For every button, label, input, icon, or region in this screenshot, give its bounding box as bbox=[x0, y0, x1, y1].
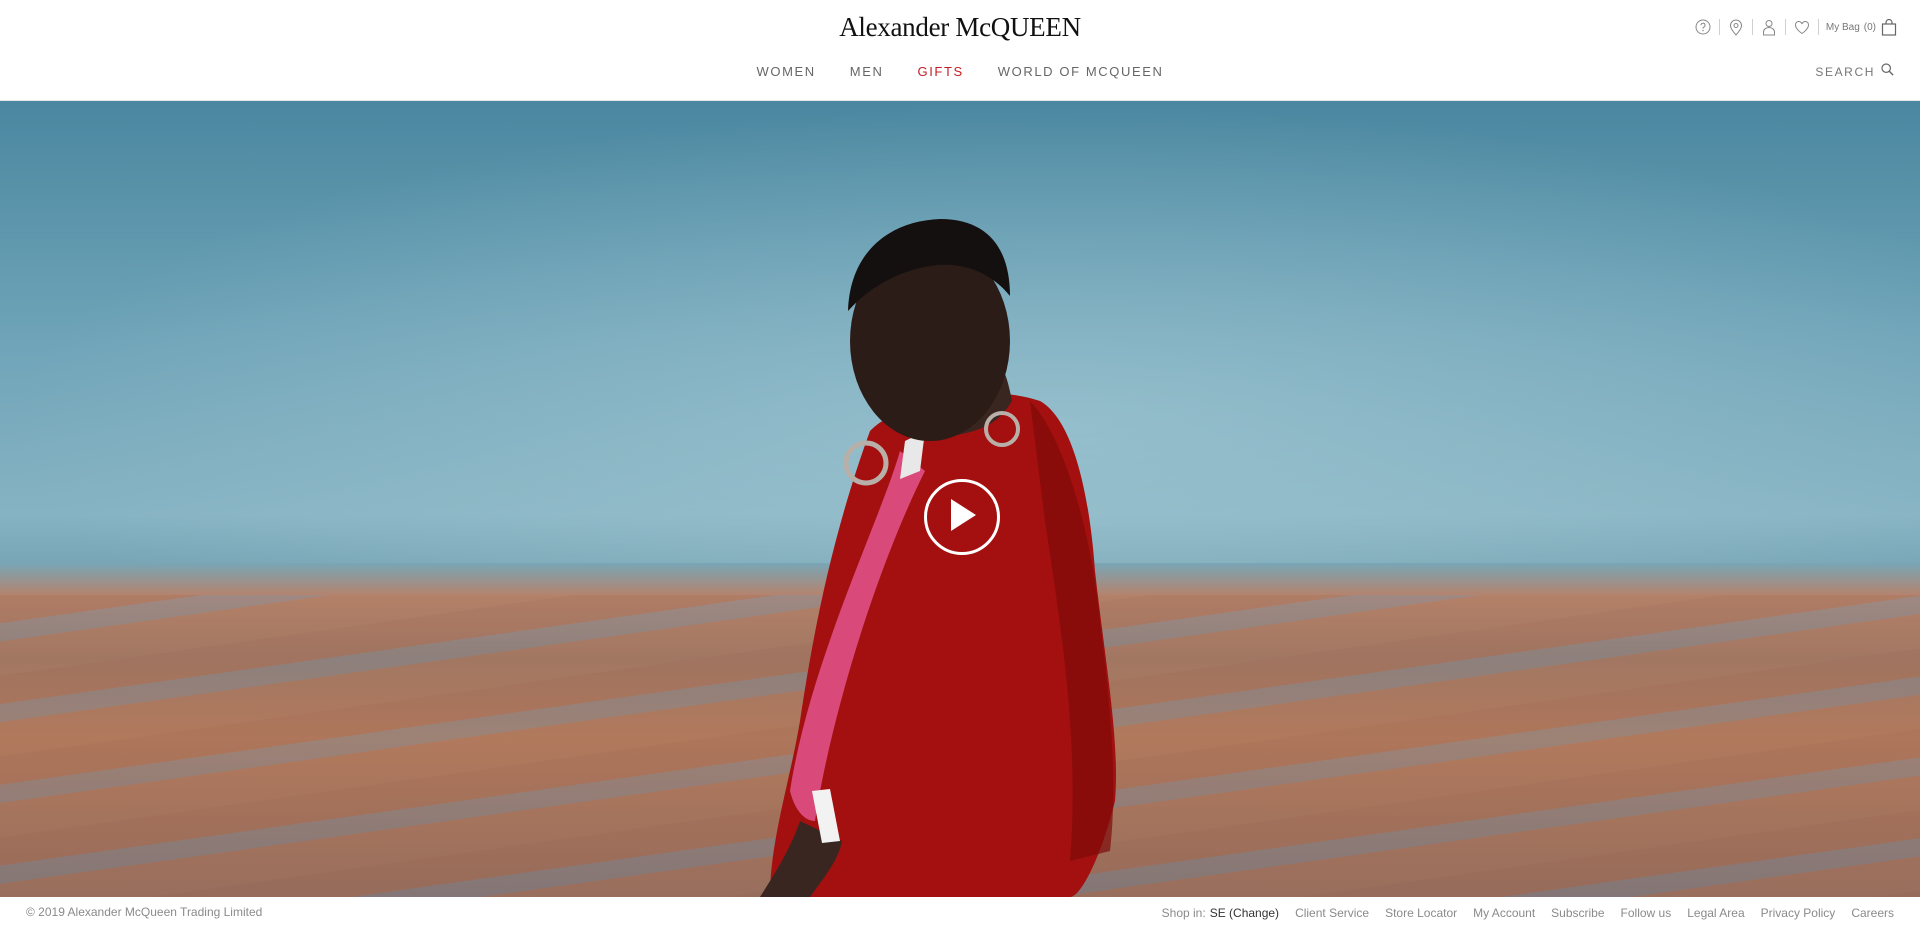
nav-item-world-of-mcqueen[interactable]: WORLD OF MCQUEEN bbox=[998, 64, 1164, 79]
footer-links: Shop in: SE (Change) Client Service Stor… bbox=[1162, 906, 1894, 920]
nav-item-gifts[interactable]: GIFTS bbox=[917, 64, 963, 79]
play-button[interactable] bbox=[924, 479, 1000, 555]
shop-in-selector: Shop in: SE (Change) bbox=[1162, 906, 1279, 920]
nav-item-men[interactable]: MEN bbox=[850, 64, 884, 79]
brand-logo[interactable]: Alexander McQUEEN bbox=[0, 12, 1920, 43]
wishlist-icon[interactable] bbox=[1793, 18, 1811, 36]
account-icon[interactable] bbox=[1760, 18, 1778, 36]
footer-link-client-service[interactable]: Client Service bbox=[1295, 906, 1369, 920]
help-icon[interactable] bbox=[1694, 18, 1712, 36]
bag-icon[interactable] bbox=[1880, 18, 1898, 36]
site-footer: © 2019 Alexander McQueen Trading Limited… bbox=[0, 897, 1920, 928]
footer-link-legal-area[interactable]: Legal Area bbox=[1687, 906, 1744, 920]
site-header: Alexander McQUEEN WOMEN MEN GIFTS WORLD … bbox=[0, 0, 1920, 101]
footer-link-privacy-policy[interactable]: Privacy Policy bbox=[1761, 906, 1836, 920]
footer-link-careers[interactable]: Careers bbox=[1851, 906, 1894, 920]
play-icon bbox=[945, 496, 979, 539]
bag-count[interactable]: (0) bbox=[1864, 22, 1876, 33]
nav-item-women[interactable]: WOMEN bbox=[757, 64, 816, 79]
bag-label[interactable]: My Bag bbox=[1826, 22, 1860, 33]
footer-link-store-locator[interactable]: Store Locator bbox=[1385, 906, 1457, 920]
footer-link-subscribe[interactable]: Subscribe bbox=[1551, 906, 1604, 920]
divider bbox=[1718, 19, 1720, 35]
divider bbox=[1817, 19, 1819, 35]
store-locator-icon[interactable] bbox=[1727, 18, 1745, 36]
footer-link-my-account[interactable]: My Account bbox=[1473, 906, 1535, 920]
search-icon bbox=[1881, 63, 1894, 81]
search-button[interactable]: SEARCH bbox=[1815, 63, 1894, 81]
copyright-text: © 2019 Alexander McQueen Trading Limited bbox=[26, 905, 263, 919]
shop-in-label: Shop in: bbox=[1161, 906, 1206, 920]
shop-in-change-link[interactable]: SE (Change) bbox=[1210, 906, 1279, 920]
search-label: SEARCH bbox=[1815, 65, 1875, 79]
divider bbox=[1751, 19, 1753, 35]
divider bbox=[1784, 19, 1786, 35]
footer-link-follow-us[interactable]: Follow us bbox=[1621, 906, 1672, 920]
main-nav: WOMEN MEN GIFTS WORLD OF MCQUEEN bbox=[0, 64, 1920, 79]
hero-video[interactable] bbox=[0, 101, 1920, 897]
utility-bar: My Bag (0) bbox=[1694, 18, 1898, 36]
